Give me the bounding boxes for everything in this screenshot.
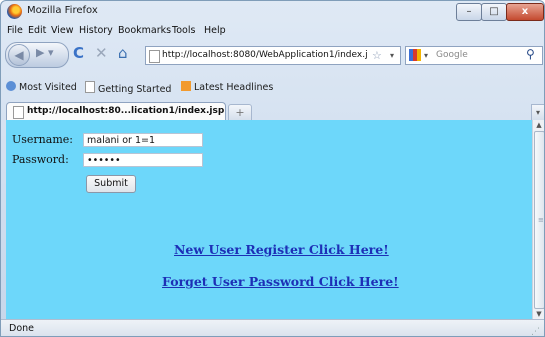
page-icon (149, 50, 160, 63)
menu-edit[interactable]: Edit (28, 25, 46, 36)
rss-feed-icon (181, 81, 191, 91)
navigation-toolbar: ◀ ▶ ▾ C ✕ ⌂ http://localhost:8080/WebApp… (1, 39, 544, 69)
scroll-up-icon[interactable]: ▲ (533, 120, 544, 130)
stop-icon[interactable]: ✕ (95, 45, 108, 61)
password-label: Password: (12, 153, 69, 166)
window-title: Mozilla Firefox (27, 5, 98, 16)
url-dropdown-icon[interactable]: ▾ (390, 47, 394, 64)
title-bar[interactable]: Mozilla Firefox – □ x (1, 1, 544, 23)
firefox-icon (7, 4, 22, 19)
status-text: Done (9, 323, 34, 334)
tab-title: http://localhost:80...lication1/index.js… (27, 106, 225, 116)
status-bar: Done ⋰ (1, 319, 544, 336)
bookmark-latest-headlines[interactable]: Latest Headlines (181, 81, 273, 93)
username-field[interactable]: malani or 1=1 (83, 133, 203, 147)
bookmark-getting-started[interactable]: Getting Started (85, 81, 171, 95)
tab-index-jsp[interactable]: http://localhost:80...lication1/index.js… (6, 102, 226, 120)
bookmark-label: Latest Headlines (194, 82, 274, 93)
page-icon (85, 81, 95, 93)
bookmark-label: Getting Started (98, 84, 172, 95)
page-content: Username: malani or 1=1 Password: ••••••… (6, 120, 532, 319)
search-engine-dropdown-icon[interactable]: ▾ (424, 47, 428, 64)
most-visited-icon (6, 81, 16, 91)
menu-history[interactable]: History (79, 25, 113, 36)
menu-help[interactable]: Help (204, 25, 226, 36)
minimize-button[interactable]: – (456, 3, 482, 21)
scroll-down-icon[interactable]: ▼ (533, 309, 544, 319)
bookmark-label: Most Visited (19, 82, 77, 93)
bookmarks-toolbar: Most Visited Getting Started Latest Head… (1, 79, 544, 95)
menu-tools[interactable]: Tools (172, 25, 195, 36)
resize-grip-icon[interactable]: ⋰ (531, 323, 543, 336)
back-arrow-icon[interactable]: ◀ (8, 44, 30, 66)
menu-view[interactable]: View (51, 25, 74, 36)
search-engine-icon[interactable] (409, 49, 421, 61)
browser-window: Mozilla Firefox – □ x File Edit View His… (0, 0, 545, 337)
forgot-password-link[interactable]: Forget User Password Click Here! (162, 274, 399, 289)
password-field[interactable]: •••••• (83, 153, 203, 167)
close-button[interactable]: x (506, 3, 544, 21)
maximize-button[interactable]: □ (481, 3, 507, 21)
page-icon (13, 106, 24, 119)
new-tab-button[interactable]: + (228, 104, 252, 121)
menu-file[interactable]: File (7, 25, 23, 36)
menu-bar: File Edit View History Bookmarks Tools H… (1, 23, 544, 39)
search-bar[interactable]: ▾ Google ⚲ (405, 46, 543, 65)
bookmark-star-icon[interactable]: ☆ (372, 47, 382, 64)
grip-icon: ≡ (538, 216, 544, 224)
url-text[interactable]: http://localhost:8080/WebApplication1/in… (162, 47, 368, 64)
bookmark-most-visited[interactable]: Most Visited (6, 81, 77, 93)
tab-list-button[interactable]: ▾ (531, 104, 544, 121)
menu-bookmarks[interactable]: Bookmarks (118, 25, 171, 36)
search-input[interactable]: Google (436, 47, 468, 64)
home-icon[interactable]: ⌂ (118, 45, 128, 61)
forward-arrow-icon[interactable]: ▶ ▾ (36, 46, 53, 59)
reload-icon[interactable]: C (73, 45, 84, 61)
tab-strip: http://localhost:80...lication1/index.js… (1, 99, 544, 121)
scroll-thumb[interactable]: ≡ (534, 131, 544, 309)
username-label: Username: (12, 133, 73, 146)
back-forward-group: ◀ ▶ ▾ (5, 42, 69, 68)
address-bar[interactable]: http://localhost:8080/WebApplication1/in… (145, 46, 401, 65)
submit-button[interactable]: Submit (86, 175, 136, 193)
search-icon[interactable]: ⚲ (526, 46, 535, 63)
vertical-scrollbar[interactable]: ▲ ≡ ▼ (532, 120, 544, 319)
register-link[interactable]: New User Register Click Here! (174, 242, 389, 257)
